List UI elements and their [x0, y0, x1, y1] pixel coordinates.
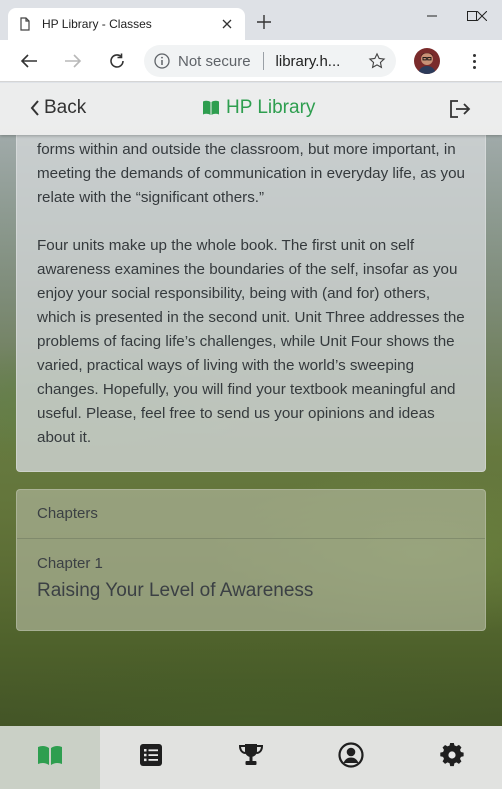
nav-list[interactable]: [100, 726, 200, 789]
page-icon: [18, 17, 32, 31]
browser-tab[interactable]: HP Library - Classes: [8, 8, 245, 40]
nav-achievements[interactable]: [201, 726, 301, 789]
browser-toolbar: Not secure library.h...: [0, 40, 502, 82]
star-icon[interactable]: [368, 52, 386, 70]
profile-avatar[interactable]: [414, 48, 440, 74]
book-description-card: forms within and outside the classroom, …: [16, 135, 486, 472]
nav-library[interactable]: [0, 726, 101, 789]
browser-forward-button[interactable]: [59, 47, 87, 75]
app-header: Back HP Library: [0, 83, 502, 135]
logout-icon[interactable]: [449, 99, 471, 119]
chapters-card: Chapters Chapter 1 Raising Your Level of…: [16, 489, 486, 631]
brand-title: HP Library: [202, 97, 315, 119]
nav-profile[interactable]: [301, 726, 401, 789]
chapter-number: Chapter 1: [37, 555, 103, 572]
brand-label: HP Library: [226, 97, 316, 118]
app-viewport: Back HP Library forms within and outside…: [0, 83, 502, 789]
new-tab-button[interactable]: [254, 12, 274, 32]
tab-title: HP Library - Classes: [42, 17, 152, 31]
chevron-left-icon: [30, 100, 40, 116]
omnibox-divider: [262, 52, 264, 70]
close-icon[interactable]: [219, 16, 235, 32]
reload-button[interactable]: [103, 47, 131, 75]
browser-tabstrip: HP Library - Classes: [0, 0, 502, 40]
book-open-icon: [37, 744, 63, 771]
back-button[interactable]: Back: [30, 97, 86, 119]
close-window-button[interactable]: [462, 0, 502, 32]
chapter-list-item[interactable]: Chapter 1 Raising Your Level of Awarenes…: [17, 539, 485, 602]
browser-back-button[interactable]: [15, 47, 43, 75]
browser-menu-button[interactable]: [462, 49, 486, 73]
security-label: Not secure: [178, 52, 251, 70]
trophy-icon: [238, 743, 264, 772]
description-paragraph: Four units make up the whole book. The f…: [37, 237, 465, 446]
list-icon: [139, 743, 163, 772]
minimize-button-hit: [412, 0, 452, 32]
back-label: Back: [44, 97, 87, 118]
address-bar[interactable]: Not secure library.h...: [144, 45, 396, 77]
book-icon: [202, 99, 220, 117]
nav-settings[interactable]: [402, 726, 502, 789]
info-icon[interactable]: [154, 53, 170, 69]
content-scroll-area[interactable]: forms within and outside the classroom, …: [0, 135, 502, 726]
user-circle-icon: [338, 742, 364, 773]
chapter-title: Raising Your Level of Awareness: [37, 580, 314, 601]
url-text[interactable]: library.h...: [276, 53, 368, 70]
chapters-header: Chapters: [17, 490, 485, 539]
bottom-navigation: [0, 726, 502, 789]
gear-icon: [440, 742, 464, 772]
description-paragraph: forms within and outside the classroom, …: [37, 141, 466, 206]
